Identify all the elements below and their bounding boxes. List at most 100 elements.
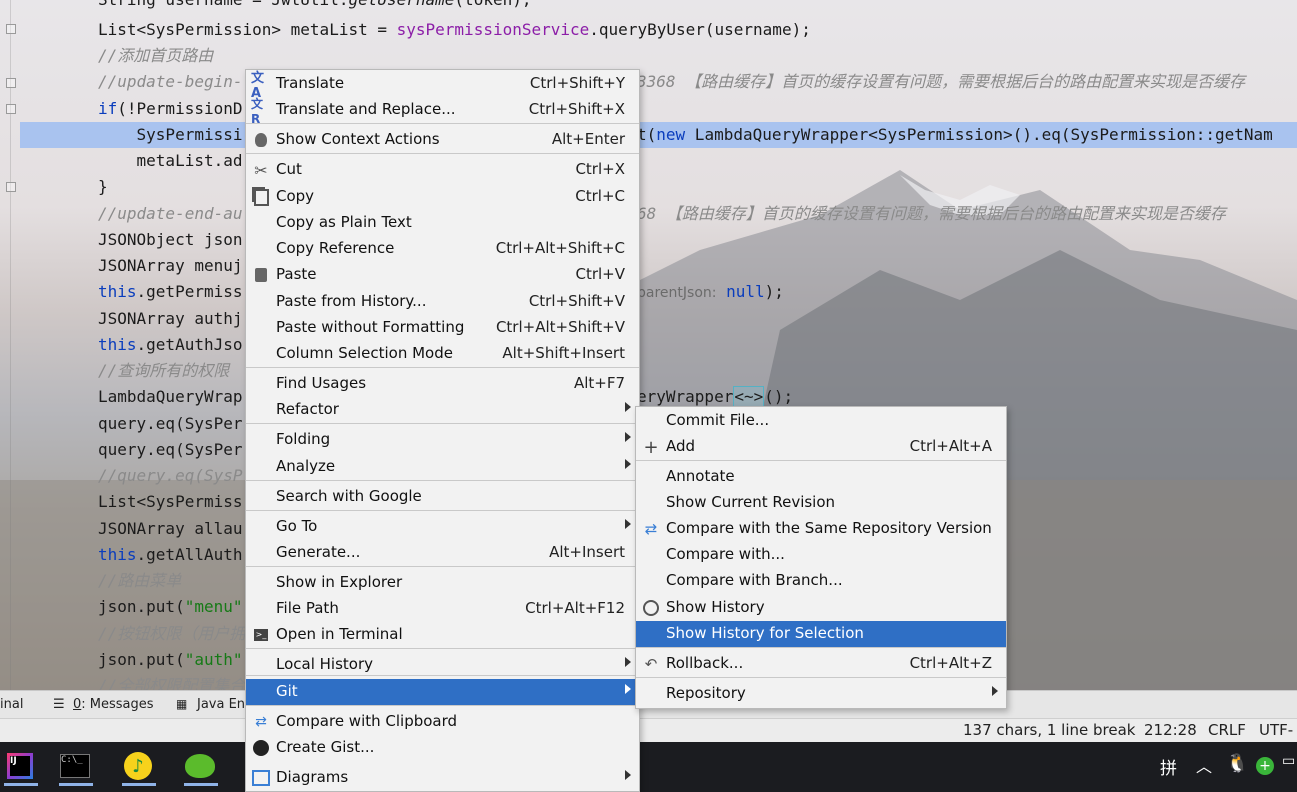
menu-item-label: Create Gist... bbox=[276, 738, 375, 756]
menu-item-shortcut: Ctrl+V bbox=[575, 265, 625, 283]
submenu-arrow-icon bbox=[625, 432, 631, 442]
tray-expand-icon[interactable]: ︿ bbox=[1196, 753, 1212, 777]
menu-item-label: Translate bbox=[276, 74, 345, 92]
context-menu-item-go-to[interactable]: Go To bbox=[246, 514, 639, 540]
translate-replace-icon: 文R bbox=[251, 96, 264, 126]
git-menu-item-add[interactable]: + Add Ctrl+Alt+A bbox=[636, 434, 1006, 460]
menu-separator bbox=[246, 153, 639, 154]
context-menu-item-translate[interactable]: 文A Translate Ctrl+Shift+Y bbox=[246, 71, 639, 101]
music-app-taskbar-icon[interactable]: ♪ bbox=[118, 746, 158, 786]
context-menu-item-show-context-actions[interactable]: Show Context Actions Alt+Enter bbox=[246, 127, 639, 153]
intellij-taskbar-icon[interactable]: IJ bbox=[0, 746, 40, 786]
context-menu-item-translate-and-replace[interactable]: 文R Translate and Replace... Ctrl+Shift+X bbox=[246, 96, 639, 126]
context-menu-item-paste[interactable]: Paste Ctrl+V bbox=[246, 262, 639, 288]
scissors-icon: ✂ bbox=[254, 160, 268, 180]
context-menu-item-find-usages[interactable]: Find Usages Alt+F7 bbox=[246, 371, 639, 397]
menu-item-label: Repository bbox=[666, 684, 746, 702]
qq-tray-icon[interactable]: 🐧 bbox=[1226, 753, 1248, 774]
context-menu-item-compare-with-clipboard[interactable]: ⇄ Compare with Clipboard bbox=[246, 709, 639, 735]
menu-item-label: Add bbox=[666, 437, 696, 455]
context-menu-item-copy-reference[interactable]: Copy Reference Ctrl+Alt+Shift+C bbox=[246, 236, 639, 262]
code-line: json.put("auth" bbox=[98, 650, 243, 669]
git-menu-item-show-history[interactable]: Show History bbox=[636, 595, 1006, 621]
code-line: //update-begin- bbox=[98, 72, 243, 91]
git-menu-item-compare-with-branch[interactable]: Compare with Branch... bbox=[636, 568, 1006, 594]
tab-java-enterprise[interactable]: Java Ent bbox=[197, 697, 250, 712]
context-menu-item-create-gist[interactable]: Create Gist... bbox=[246, 735, 639, 761]
context-menu-item-copy-as-plain-text[interactable]: Copy as Plain Text bbox=[246, 210, 639, 236]
context-menu-item-open-in-terminal[interactable]: >_ Open in Terminal bbox=[246, 622, 639, 648]
menu-item-label: Git bbox=[276, 682, 298, 700]
menu-item-label: Search with Google bbox=[276, 487, 422, 505]
java-enterprise-icon: ▦ bbox=[176, 697, 188, 711]
git-menu-item-repository[interactable]: Repository bbox=[636, 681, 1006, 707]
tab-terminal[interactable]: inal bbox=[0, 697, 23, 712]
menu-item-shortcut: Alt+F7 bbox=[573, 374, 625, 392]
menu-item-shortcut: Ctrl+Alt+Z bbox=[909, 654, 992, 672]
context-menu-item-generate[interactable]: Generate... Alt+Insert bbox=[246, 540, 639, 566]
fold-marker-icon[interactable] bbox=[6, 24, 16, 34]
context-menu-item-column-selection-mode[interactable]: Column Selection Mode Alt+Shift+Insert bbox=[246, 341, 639, 367]
context-menu-item-cut[interactable]: ✂ Cut Ctrl+X bbox=[246, 157, 639, 183]
git-menu-item-show-history-for-selection[interactable]: Show History for Selection bbox=[636, 621, 1006, 647]
menu-item-label: Compare with... bbox=[666, 545, 785, 563]
caret-position[interactable]: 212:28 bbox=[1144, 721, 1197, 739]
context-menu-item-paste-without-formatting[interactable]: Paste without Formatting Ctrl+Alt+Shift+V bbox=[246, 315, 639, 341]
plus-tray-icon[interactable]: + bbox=[1256, 757, 1274, 775]
submenu-arrow-icon bbox=[625, 657, 631, 667]
context-menu-item-diagrams[interactable]: Diagrams bbox=[246, 765, 639, 791]
fold-marker-icon[interactable] bbox=[6, 182, 16, 192]
network-tray-icon[interactable]: ▭ bbox=[1282, 753, 1295, 769]
git-menu-item-show-current-revision[interactable]: Show Current Revision bbox=[636, 490, 1006, 516]
menu-item-label: Local History bbox=[276, 655, 374, 673]
menu-item-label: Analyze bbox=[276, 457, 336, 475]
menu-item-shortcut: Ctrl+Shift+Y bbox=[529, 74, 625, 92]
context-menu-item-file-path[interactable]: File Path Ctrl+Alt+F12 bbox=[246, 596, 639, 622]
code-line: JSONObject json bbox=[98, 230, 243, 249]
git-menu-item-annotate[interactable]: Annotate bbox=[636, 464, 1006, 490]
context-menu-item-refactor[interactable]: Refactor bbox=[246, 397, 639, 423]
translate-icon: 文A bbox=[251, 71, 265, 101]
menu-item-shortcut: Ctrl+C bbox=[575, 187, 625, 205]
plus-icon: + bbox=[643, 436, 659, 458]
context-menu-item-copy[interactable]: Copy Ctrl+C bbox=[246, 184, 639, 210]
submenu-arrow-icon bbox=[625, 770, 631, 780]
git-menu-item-rollback[interactable]: ↶ Rollback... Ctrl+Alt+Z bbox=[636, 651, 1006, 677]
git-menu-item-compare-with-the-same-repository-version[interactable]: ⇄ Compare with the Same Repository Versio… bbox=[636, 516, 1006, 542]
code-line: JSONArray menuj bbox=[98, 256, 243, 275]
menu-item-label: Paste from History... bbox=[276, 292, 427, 310]
git-menu-item-compare-with[interactable]: Compare with... bbox=[636, 542, 1006, 568]
menu-separator bbox=[636, 647, 1006, 648]
context-menu-item-analyze[interactable]: Analyze bbox=[246, 454, 639, 480]
menu-item-label: Show History bbox=[666, 598, 765, 616]
code-line: //update-end-au bbox=[98, 204, 243, 223]
context-menu-item-paste-from-history[interactable]: Paste from History... Ctrl+Shift+V bbox=[246, 289, 639, 315]
terminal-taskbar-icon[interactable]: C:\_ bbox=[55, 746, 95, 786]
code-line: //全部权限配置集合 bbox=[98, 676, 246, 690]
context-menu-item-show-in-explorer[interactable]: Show in Explorer bbox=[246, 570, 639, 596]
context-menu-item-folding[interactable]: Folding bbox=[246, 427, 639, 453]
context-menu-item-git[interactable]: Git bbox=[246, 679, 639, 705]
ime-indicator[interactable]: 拼 bbox=[1160, 754, 1177, 779]
submenu-arrow-icon bbox=[625, 402, 631, 412]
green-app-taskbar-icon[interactable] bbox=[180, 746, 220, 786]
context-menu-item-search-with-google[interactable]: Search with Google bbox=[246, 484, 639, 510]
code-line: this.getPermiss bbox=[98, 282, 243, 301]
menu-item-label: Show Current Revision bbox=[666, 493, 836, 511]
code-line: query.eq(SysPer bbox=[98, 414, 243, 433]
menu-item-label: Show Context Actions bbox=[276, 130, 440, 148]
tab-messages[interactable]: 0: Messages bbox=[73, 697, 154, 712]
fold-marker-icon[interactable] bbox=[6, 78, 16, 88]
fold-marker-icon[interactable] bbox=[6, 104, 16, 114]
menu-item-label: Commit File... bbox=[666, 411, 770, 429]
line-separator[interactable]: CRLF bbox=[1208, 721, 1246, 739]
submenu-arrow-icon bbox=[625, 684, 631, 694]
git-menu-item-commit-file[interactable]: Commit File... bbox=[636, 408, 1006, 434]
menu-item-shortcut: Alt+Enter bbox=[551, 130, 625, 148]
messages-icon: ☰ bbox=[53, 697, 65, 712]
menu-item-shortcut: Ctrl+Alt+F12 bbox=[525, 599, 625, 617]
code-fragment: parentJson: null); bbox=[637, 282, 784, 301]
code-line: //添加首页路由 bbox=[98, 46, 214, 65]
code-line: } bbox=[98, 177, 108, 196]
context-menu-item-local-history[interactable]: Local History bbox=[246, 652, 639, 678]
